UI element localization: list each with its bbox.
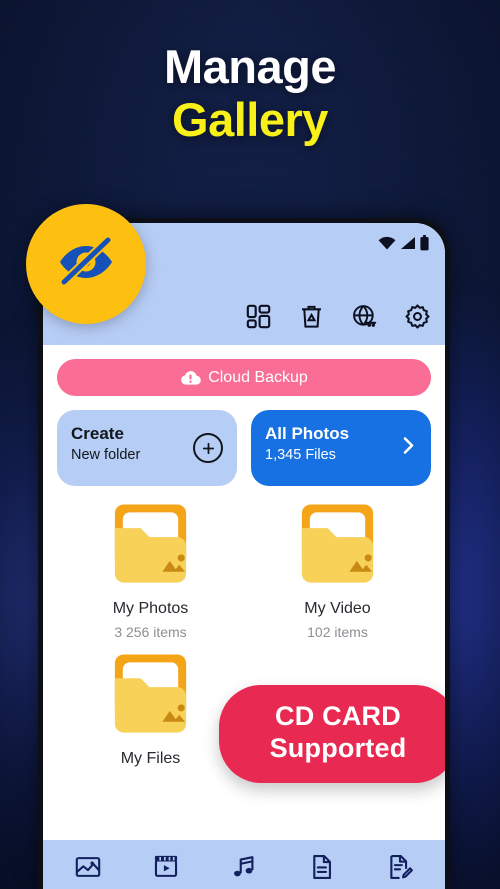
nav-item-files[interactable]: Files	[286, 853, 358, 889]
promo-headline: Manage Gallery	[0, 40, 500, 146]
gear-icon[interactable]	[404, 303, 431, 335]
note-edit-icon	[386, 853, 414, 881]
battery-icon	[420, 235, 429, 251]
folder-image-icon	[103, 500, 198, 597]
cd-badge-line-2: Supported	[269, 732, 407, 763]
phone-screen: Cloud Backup Create New folder All Photo…	[43, 223, 445, 889]
status-bar	[378, 235, 429, 251]
chevron-right-icon[interactable]	[401, 434, 417, 463]
music-note-icon	[230, 853, 258, 881]
headline-line-2: Gallery	[172, 93, 328, 147]
cloud-backup-banner[interactable]: Cloud Backup	[57, 359, 431, 396]
folder-name: My Photos	[112, 600, 189, 617]
trash-recycle-icon[interactable]	[298, 303, 325, 335]
all-photos-card[interactable]: All Photos 1,345 Files	[251, 410, 431, 486]
headline-line-1: Manage	[164, 40, 337, 93]
folder-count: 102 items	[307, 624, 368, 640]
hide-feature-badge	[26, 204, 146, 324]
folder-name: My Video	[304, 600, 371, 617]
folder-item[interactable]: My Photos 3 256 items	[57, 494, 244, 640]
wifi-icon	[378, 236, 396, 250]
cd-card-supported-badge: CD CARD Supported	[219, 685, 445, 783]
folder-image-icon	[290, 500, 385, 597]
all-photos-card-subtitle: 1,345 Files	[265, 447, 336, 464]
cloud-alert-icon	[180, 369, 201, 386]
nav-item-photos[interactable]: Photos	[52, 853, 124, 889]
cellular-signal-icon	[400, 236, 416, 250]
file-document-icon	[308, 853, 336, 881]
cloud-backup-label: Cloud Backup	[208, 368, 308, 386]
folder-name: My Files	[120, 750, 181, 767]
grid-layout-icon[interactable]	[245, 303, 272, 335]
folder-item[interactable]: My Video 102 items	[244, 494, 431, 640]
photo-icon	[74, 853, 102, 881]
plus-circle-icon[interactable]	[193, 433, 223, 463]
eye-off-icon	[50, 226, 122, 303]
nav-item-music[interactable]: Music	[208, 853, 280, 889]
quick-action-cards: Create New folder All Photos 1,345 Files	[57, 410, 431, 486]
folder-image-icon	[103, 650, 198, 747]
promo-screenshot: Manage Gallery Cloud Backup Create New f…	[0, 0, 500, 889]
app-toolbar[interactable]	[245, 303, 431, 335]
bottom-navigation: Photos Videos	[43, 840, 445, 889]
create-new-folder-card[interactable]: Create New folder	[57, 410, 237, 486]
nav-item-notes[interactable]: Notes	[364, 853, 436, 889]
folder-count: 3 256 items	[114, 624, 187, 640]
video-clapper-icon	[152, 853, 180, 881]
cd-badge-line-1: CD CARD	[275, 701, 401, 731]
nav-item-videos[interactable]: Videos	[130, 853, 202, 889]
folder-item[interactable]: My Files	[57, 644, 244, 774]
all-photos-card-title: All Photos	[265, 424, 350, 443]
globe-incognito-icon[interactable]	[351, 303, 378, 335]
